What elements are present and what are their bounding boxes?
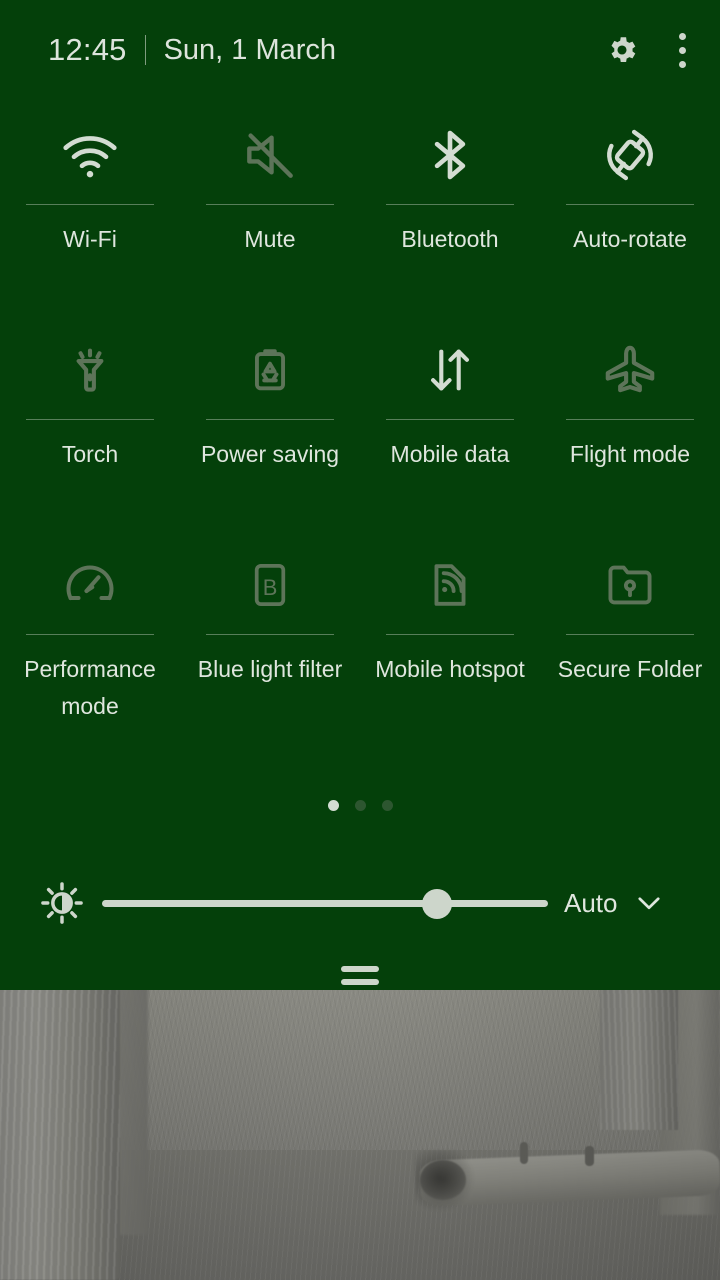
brightness-row: Auto (0, 878, 720, 928)
panel-drag-handle[interactable] (0, 958, 720, 992)
drag-handle-bar-1 (341, 965, 379, 972)
tile-divider (566, 634, 694, 635)
date-label: Sun, 1 March (163, 33, 337, 66)
tile-power-saving[interactable]: Power saving (180, 327, 360, 542)
tile-flight-mode[interactable]: Flight mode (540, 327, 720, 542)
tile-divider (206, 204, 334, 205)
page-dot-2[interactable] (354, 800, 366, 811)
tile-divider (26, 634, 154, 635)
gear-icon[interactable] (605, 33, 639, 67)
tile-label: Auto-rotate (573, 226, 687, 252)
header-separator (144, 35, 146, 65)
tile-wifi[interactable]: Wi-Fi (0, 112, 180, 327)
quick-settings-panel: 12:45 Sun, 1 March Wi-Fi Mute Bluetooth … (0, 0, 720, 990)
battery-saver-icon (241, 327, 299, 413)
tile-blue-light-filter[interactable]: B Blue light filter (180, 542, 360, 757)
overflow-dots (679, 32, 686, 68)
chevron-down-icon[interactable] (632, 886, 666, 920)
tile-label: Flight mode (569, 441, 691, 467)
airplane-icon (599, 327, 661, 413)
tile-mute[interactable]: Mute (180, 112, 360, 327)
page-dot-3[interactable] (381, 800, 393, 811)
tile-label: Mute (244, 226, 296, 252)
tile-divider (566, 204, 694, 205)
drag-handle-bar-2 (341, 978, 379, 985)
tile-divider (386, 419, 514, 420)
svg-text:B: B (263, 575, 278, 600)
speedometer-icon (60, 542, 120, 628)
status-header: 12:45 Sun, 1 March (0, 0, 720, 100)
flashlight-icon (61, 327, 119, 413)
wifi-icon (59, 112, 121, 198)
tile-divider (386, 204, 514, 205)
auto-brightness-label[interactable]: Auto (564, 888, 618, 919)
brightness-slider-thumb[interactable] (421, 889, 452, 919)
hotspot-icon (421, 542, 479, 628)
header-actions (605, 32, 686, 68)
quick-settings-tile-grid: Wi-Fi Mute Bluetooth Auto-rotate Torch P… (0, 112, 720, 772)
tile-label: Torch (61, 441, 119, 467)
tile-divider (206, 419, 334, 420)
tile-divider (26, 419, 154, 420)
three-dot-menu-icon[interactable] (679, 32, 686, 68)
brightness-icon (38, 881, 86, 925)
auto-rotate-icon (599, 112, 661, 198)
tile-divider (566, 419, 694, 420)
tile-divider (206, 634, 334, 635)
tile-label: Mobile data (390, 441, 510, 467)
tile-performance-mode[interactable]: Performance mode (0, 542, 180, 757)
tile-auto-rotate[interactable]: Auto-rotate (540, 112, 720, 327)
brightness-slider[interactable] (102, 886, 548, 920)
volume-mute-icon (239, 112, 301, 198)
tile-divider (26, 204, 154, 205)
blue-light-filter-icon: B (242, 542, 298, 628)
tile-torch[interactable]: Torch (0, 327, 180, 542)
tile-label: Mobile hotspot (375, 656, 525, 682)
data-transfer-icon (421, 327, 479, 413)
tile-label: Wi-Fi (63, 226, 117, 252)
tile-divider (386, 634, 514, 635)
brightness-slider-track (102, 900, 548, 907)
page-dot-1[interactable] (327, 800, 339, 811)
bluetooth-icon (419, 112, 481, 198)
tile-secure-folder[interactable]: Secure Folder (540, 542, 720, 757)
tile-label: Power saving (200, 441, 340, 467)
page-indicator (0, 800, 720, 811)
tile-label: Performance mode (24, 656, 156, 719)
secure-folder-icon (601, 542, 659, 628)
tile-label: Blue light filter (197, 656, 343, 682)
tile-bluetooth[interactable]: Bluetooth (360, 112, 540, 327)
tile-mobile-data[interactable]: Mobile data (360, 327, 540, 542)
tile-label: Secure Folder (557, 656, 703, 682)
tile-mobile-hotspot[interactable]: Mobile hotspot (360, 542, 540, 757)
clock-label: 12:45 (48, 32, 127, 67)
tile-label: Bluetooth (401, 226, 499, 252)
